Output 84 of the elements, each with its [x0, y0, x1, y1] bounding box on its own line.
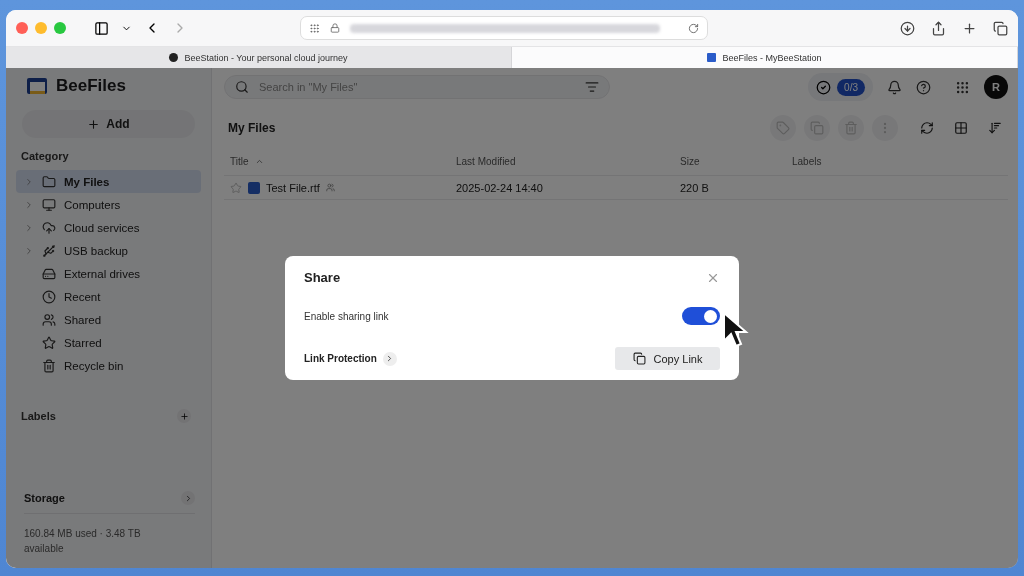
search-icon — [235, 80, 249, 94]
cloud-icon — [42, 220, 56, 235]
help-icon[interactable] — [916, 79, 931, 95]
sort-icon — [988, 121, 1002, 135]
column-header[interactable]: Title — [230, 156, 456, 167]
refresh-icon — [920, 121, 934, 135]
download-icon[interactable] — [900, 20, 915, 36]
close-window-icon[interactable] — [16, 22, 28, 34]
sidebar-label: External drives — [64, 267, 141, 280]
lock-icon — [330, 23, 340, 33]
bell-icon[interactable] — [887, 79, 902, 95]
folder-title: My Files — [228, 121, 276, 135]
usb-icon — [42, 243, 56, 258]
filter-icon[interactable] — [585, 80, 599, 94]
sidebar-item[interactable]: Recent — [16, 285, 201, 308]
recent-icon — [42, 289, 56, 304]
reload-icon[interactable] — [688, 22, 699, 34]
sidebar-item[interactable]: USB backup — [16, 239, 201, 262]
tabs-overview-icon[interactable] — [993, 20, 1008, 36]
favicon-icon — [707, 53, 717, 62]
check-circle-icon — [816, 79, 832, 95]
task-count-badge: 0/3 — [837, 78, 865, 96]
plus-icon — [179, 411, 189, 421]
sidebar-label: My Files — [64, 175, 110, 188]
document-icon — [248, 181, 260, 194]
add-button[interactable]: Add — [22, 110, 195, 138]
browser-tab[interactable]: BeeFiles - MyBeeStation — [512, 47, 1018, 68]
column-header[interactable]: Last Modified — [456, 156, 680, 167]
folder-icon — [42, 174, 56, 189]
sidebar-item[interactable]: External drives — [16, 262, 201, 285]
plus-icon — [87, 117, 101, 131]
link-protection-link[interactable]: Link Protection — [304, 351, 397, 366]
tag-icon — [776, 121, 790, 135]
copy-icon — [632, 352, 646, 365]
apps-grid-icon[interactable] — [955, 79, 970, 95]
storage-usage: 160.84 MB used · 3.48 TB available — [24, 527, 142, 556]
dialog-title: Share — [304, 270, 341, 285]
file-name[interactable]: Test File.rtf — [266, 181, 320, 194]
tasks-button[interactable]: 0/3 — [808, 73, 873, 101]
storage-heading: Storage — [24, 492, 65, 504]
share-icon[interactable] — [931, 20, 946, 36]
labels-heading: Labels — [21, 410, 56, 422]
computer-icon — [42, 197, 56, 212]
folder-logo-icon — [26, 77, 48, 95]
sidebar-label: USB backup — [64, 244, 128, 257]
trash-icon — [844, 121, 858, 135]
grid-icon — [954, 121, 968, 135]
page-menu-icon[interactable] — [309, 22, 320, 34]
sidebar-label: Computers — [64, 198, 121, 211]
shared-icon — [42, 312, 56, 327]
sharing-toggle[interactable] — [682, 307, 720, 325]
sidebar-label: Recycle bin — [64, 359, 124, 372]
sidebar-item[interactable]: My Files — [16, 170, 201, 193]
sidebar-label: Recent — [64, 290, 101, 303]
sort-caret-icon — [254, 157, 264, 166]
new-tab-icon[interactable] — [962, 20, 977, 36]
app-name: BeeFiles — [56, 76, 126, 96]
storage-button[interactable] — [181, 491, 195, 505]
sidebar-item[interactable]: Cloud services — [16, 216, 201, 239]
avatar[interactable]: R — [984, 75, 1008, 99]
browser-tab[interactable]: BeeStation - Your personal cloud journey — [6, 47, 512, 68]
drive-icon — [42, 266, 56, 281]
category-heading: Category — [20, 150, 70, 162]
column-header[interactable]: Size — [680, 156, 792, 167]
sidebar-item[interactable]: Computers — [16, 193, 201, 216]
chevron-icon — [382, 351, 397, 366]
column-header[interactable]: Labels — [792, 156, 1008, 167]
sidebar-label: Shared — [64, 313, 102, 326]
sidebar-label: Cloud services — [64, 221, 140, 234]
toggle-label: Enable sharing link — [304, 310, 389, 322]
copy-link-button[interactable]: Copy Link — [615, 347, 720, 370]
star-icon — [42, 335, 56, 350]
table-cell-text: 220 B — [680, 181, 710, 194]
sidebar-item[interactable]: Recycle bin — [16, 354, 201, 377]
favicon-icon — [169, 53, 179, 62]
copy-icon — [810, 121, 824, 135]
star-icon[interactable] — [230, 181, 242, 194]
sidebar-item[interactable]: Shared — [16, 308, 201, 331]
table-cell-text: 2025-02-24 14:40 — [456, 181, 544, 194]
sidebar-toggle-icon[interactable] — [94, 20, 109, 36]
add-label-icon[interactable] — [177, 409, 191, 423]
sidebar-label: Starred — [64, 336, 102, 349]
sidebar-item[interactable]: Starred — [16, 331, 201, 354]
trash-icon — [42, 358, 56, 373]
